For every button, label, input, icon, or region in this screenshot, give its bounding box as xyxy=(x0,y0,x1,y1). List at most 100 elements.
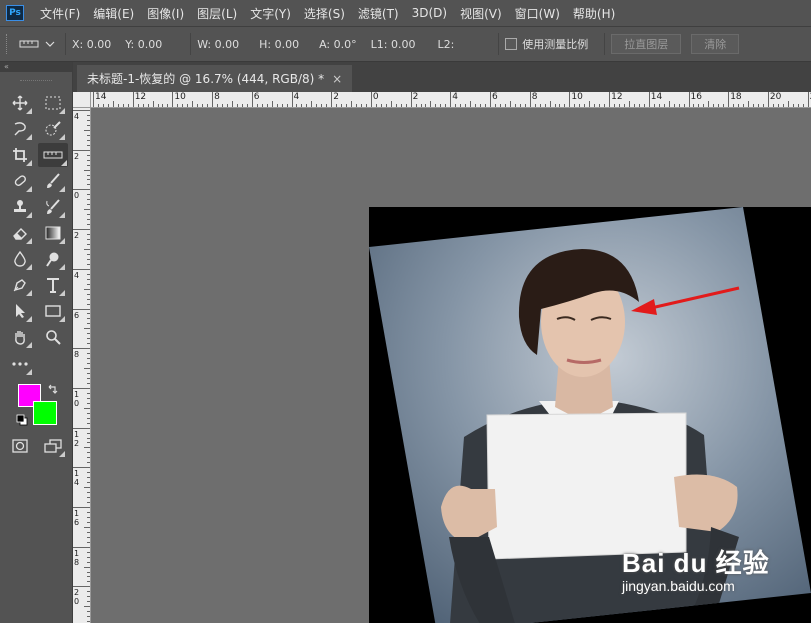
menu-filter[interactable]: 滤镜(T) xyxy=(358,5,399,22)
gradient-tool[interactable] xyxy=(40,221,66,245)
swap-colors-icon[interactable] xyxy=(47,383,59,395)
ruler-minor-tick xyxy=(87,298,90,300)
menu-edit[interactable]: 编辑(E) xyxy=(93,5,134,22)
ruler-minor-tick xyxy=(430,101,432,107)
lasso-tool[interactable] xyxy=(7,117,33,141)
healing-brush-tool[interactable] xyxy=(7,169,33,193)
menu-type[interactable]: 文字(Y) xyxy=(250,5,291,22)
droplet-icon xyxy=(14,251,26,267)
ruler-minor-tick xyxy=(122,104,124,107)
ruler-minor-tick xyxy=(643,104,645,107)
ruler-minor-tick xyxy=(87,283,90,285)
ruler-minor-tick xyxy=(782,104,784,107)
use-measurement-scale-checkbox[interactable] xyxy=(505,38,518,50)
ruler-minor-tick xyxy=(102,104,104,107)
menu-select[interactable]: 选择(S) xyxy=(304,5,345,22)
ruler-minor-tick xyxy=(87,134,90,136)
ruler-minor-tick xyxy=(167,104,169,107)
panel-collapse-button[interactable]: « xyxy=(0,62,72,72)
ruler-label: 20 xyxy=(74,588,80,607)
ruler-major-tick xyxy=(73,387,90,389)
ruler-minor-tick xyxy=(87,437,90,439)
vertical-ruler[interactable]: 4 2 0 2 4 6 8 10 12 14 16 18 20 xyxy=(73,108,91,623)
menu-window[interactable]: 窗口(W) xyxy=(515,5,560,22)
use-measurement-scale-label: 使用测量比例 xyxy=(522,38,589,51)
ruler-minor-tick xyxy=(584,104,586,107)
menu-help[interactable]: 帮助(H) xyxy=(573,5,615,22)
ruler-minor-tick xyxy=(633,104,635,107)
quick-mask-button[interactable] xyxy=(7,434,33,458)
photoshop-logo-icon[interactable]: Ps xyxy=(6,5,24,21)
background-color-swatch[interactable] xyxy=(33,401,57,425)
ruler-minor-tick xyxy=(84,487,90,489)
ruler-minor-tick xyxy=(87,596,90,598)
ruler-minor-tick xyxy=(663,104,665,107)
menu-view[interactable]: 视图(V) xyxy=(460,5,502,22)
ruler-minor-tick xyxy=(415,104,417,107)
marquee-tool[interactable] xyxy=(40,91,66,115)
ruler-minor-tick xyxy=(236,104,238,107)
ruler-minor-tick xyxy=(87,442,90,444)
ruler-minor-tick xyxy=(316,104,318,107)
menu-layer[interactable]: 图层(L) xyxy=(197,5,237,22)
tool-preset-picker[interactable] xyxy=(19,39,59,49)
ruler-label: 8 xyxy=(531,92,538,102)
ruler-major-tick xyxy=(73,348,90,350)
measure-l1: L1: 0.00 xyxy=(370,37,416,51)
zoom-tool[interactable] xyxy=(40,325,66,349)
ruler-minor-tick xyxy=(87,179,90,181)
default-colors-icon[interactable] xyxy=(16,414,28,426)
ruler-minor-tick xyxy=(87,184,90,186)
watermark-url: jingyan.baidu.com xyxy=(622,578,735,594)
quick-selection-tool[interactable] xyxy=(40,117,66,141)
path-selection-tool[interactable] xyxy=(7,299,33,323)
menu-file[interactable]: 文件(F) xyxy=(40,5,80,22)
ruler-minor-tick xyxy=(197,104,199,107)
document-tab[interactable]: 未标题-1-恢复的 @ 16.7% (444, RGB/8) * × xyxy=(77,65,353,92)
clone-stamp-tool[interactable] xyxy=(7,195,33,219)
ruler-minor-tick xyxy=(147,104,149,107)
screen-mode-button[interactable] xyxy=(40,434,66,458)
ruler-minor-tick xyxy=(748,101,750,107)
menu-3d[interactable]: 3D(D) xyxy=(412,6,447,20)
ruler-label: 12 xyxy=(74,429,80,448)
blur-tool[interactable] xyxy=(7,247,33,271)
ruler-minor-tick xyxy=(87,402,90,404)
brush-tool[interactable] xyxy=(40,169,66,193)
ruler-minor-tick xyxy=(217,104,219,107)
tools-panel: « xyxy=(0,62,73,623)
ruler-minor-tick xyxy=(87,363,90,365)
ruler-minor-tick xyxy=(321,104,323,107)
ruler-origin[interactable] xyxy=(73,92,91,108)
hand-tool[interactable] xyxy=(7,325,33,349)
clear-button[interactable]: 清除 xyxy=(691,34,740,54)
move-tool[interactable] xyxy=(7,91,33,115)
ruler-minor-tick xyxy=(152,101,154,107)
ruler-minor-tick xyxy=(87,581,90,583)
menu-image[interactable]: 图像(I) xyxy=(147,5,184,22)
type-tool[interactable] xyxy=(40,273,66,297)
eraser-tool[interactable] xyxy=(7,221,33,245)
ruler-minor-tick xyxy=(84,447,90,449)
straighten-layer-button[interactable]: 拉直图层 xyxy=(611,34,682,54)
ruler-label: 4 xyxy=(293,92,300,102)
options-grip[interactable] xyxy=(6,34,11,54)
ruler-minor-tick xyxy=(638,104,640,107)
ruler-minor-tick xyxy=(87,258,90,260)
ruler-minor-tick xyxy=(713,104,715,107)
tools-grip[interactable] xyxy=(20,74,52,81)
crop-tool[interactable] xyxy=(7,143,33,167)
history-brush-tool[interactable] xyxy=(40,195,66,219)
pen-tool[interactable] xyxy=(7,273,33,297)
ruler-label: 12 xyxy=(611,92,623,102)
edit-toolbar-button[interactable] xyxy=(7,352,33,376)
close-icon[interactable]: × xyxy=(332,72,342,86)
options-bar: X: 0.00 Y: 0.00 W: 0.00 H: 0.00 A: 0.0° … xyxy=(0,26,811,62)
ruler-minor-tick xyxy=(87,377,90,379)
ruler-tool[interactable] xyxy=(38,143,68,167)
options-separator xyxy=(65,33,66,55)
rectangle-tool[interactable] xyxy=(40,299,66,323)
horizontal-ruler[interactable]: 14121086420246810121416182022 xyxy=(91,92,811,108)
ruler-minor-tick xyxy=(87,278,90,280)
dodge-tool[interactable] xyxy=(40,247,66,271)
